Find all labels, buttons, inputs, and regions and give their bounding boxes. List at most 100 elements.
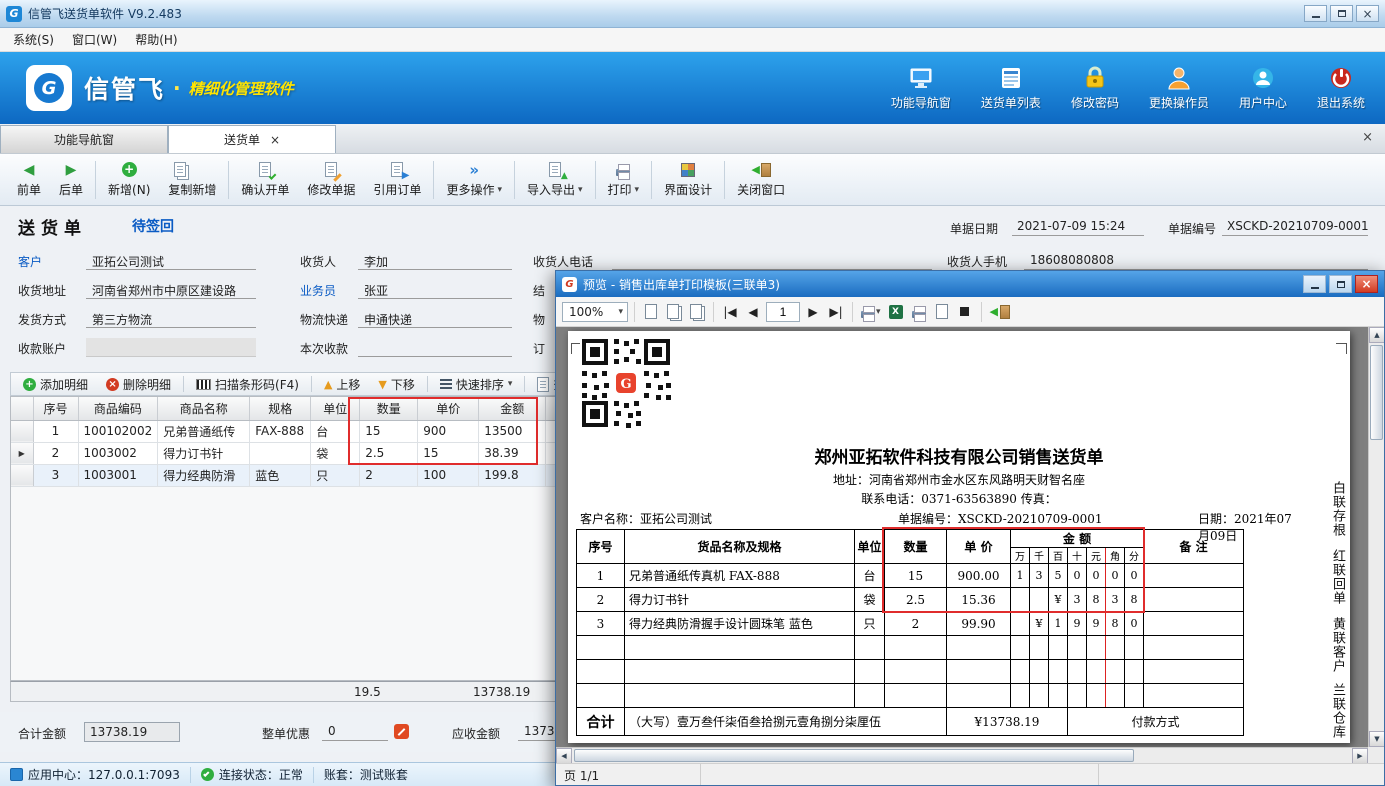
ref-order-button[interactable]: ▶引用订单 (364, 158, 430, 201)
discount-edit-icon[interactable] (394, 724, 409, 739)
delete-detail-button[interactable]: ×删除明细 (98, 374, 179, 395)
nav-window-button[interactable]: 功能导航窗 (891, 65, 951, 111)
switch-operator-button[interactable]: 更换操作员 (1149, 65, 1209, 111)
menu-help[interactable]: 帮助(H) (126, 28, 186, 51)
minimize-button[interactable] (1304, 5, 1327, 22)
scroll-right-icon[interactable]: ▶ (1352, 748, 1368, 763)
tab-bar: 功能导航窗 送货单 × × (0, 124, 1385, 154)
col-name[interactable]: 商品名称 (158, 397, 250, 420)
discount-field[interactable]: 0 (322, 722, 388, 741)
salesman-field[interactable]: 张亚 (358, 280, 512, 299)
add-button[interactable]: +新增(N) (99, 158, 159, 201)
user-center-button[interactable]: 用户中心 (1239, 65, 1287, 111)
vertical-scrollbar[interactable]: ▲ ▼ (1368, 327, 1384, 747)
close-button[interactable]: × (1356, 5, 1379, 22)
scroll-down-icon[interactable]: ▼ (1369, 731, 1384, 747)
col-amount[interactable]: 金额 (479, 397, 546, 420)
preview-title-bar[interactable]: 预览 - 销售出库单打印模板(三联单3) × (556, 271, 1384, 297)
scrollbar-thumb[interactable] (574, 749, 1134, 762)
scroll-left-icon[interactable]: ◀ (556, 748, 572, 763)
page-number-field[interactable] (766, 302, 800, 322)
preview-total-label: 合计 (577, 708, 625, 736)
account-field[interactable] (86, 338, 256, 357)
export-excel-button[interactable] (886, 301, 906, 323)
preview-close-button[interactable]: × (1355, 275, 1378, 293)
preview-minimize-button[interactable] (1303, 275, 1326, 293)
col-unit[interactable]: 单位 (311, 397, 360, 420)
move-down-button[interactable]: ▼下移 (370, 374, 422, 395)
ship-method-field[interactable]: 第三方物流 (86, 309, 256, 328)
first-page-button[interactable]: |◀ (720, 301, 740, 323)
preview-empty-row (577, 684, 1244, 708)
last-page-button[interactable]: ▶| (826, 301, 846, 323)
preview-status-bar: 页 1/1 (556, 763, 1384, 785)
col-seq[interactable]: 序号 (33, 397, 78, 420)
collect-field[interactable] (358, 338, 512, 357)
more-actions-button[interactable]: »更多操作▾ (437, 158, 511, 201)
print-dropdown-button[interactable]: ▾ (859, 301, 883, 323)
next-doc-button[interactable]: ▶后单 (50, 158, 92, 201)
quick-print-button[interactable] (909, 301, 929, 323)
arrow-left-icon: ◀ (24, 162, 35, 178)
address-field[interactable]: 河南省郑州市中原区建设路 (86, 280, 256, 299)
maximize-button[interactable] (1330, 5, 1353, 22)
tab-nav-window[interactable]: 功能导航窗 (0, 125, 168, 153)
scroll-up-icon[interactable]: ▲ (1369, 327, 1384, 343)
menu-window[interactable]: 窗口(W) (63, 28, 126, 51)
import-export-button[interactable]: ▲导入导出▾ (518, 158, 592, 201)
tabstrip-close-icon[interactable]: × (1362, 130, 1385, 153)
single-page-view-button[interactable] (641, 301, 661, 323)
doc-date-field[interactable]: 2021-07-09 15:24 (1012, 217, 1144, 236)
exit-system-button[interactable]: 退出系统 (1317, 65, 1365, 111)
company-title: 郑州亚拓软件科技有限公司销售送货单 (568, 443, 1350, 468)
tab-delivery-note[interactable]: 送货单 × (168, 125, 336, 153)
col-spec[interactable]: 规格 (250, 397, 311, 420)
two-page-view-button[interactable] (664, 301, 684, 323)
col-price[interactable]: 单价 (418, 397, 479, 420)
scrollbar-thumb[interactable] (1370, 345, 1383, 440)
account-label: 收款账户 (18, 340, 66, 357)
delivery-list-button[interactable]: 送货单列表 (981, 65, 1041, 111)
receiver-field[interactable]: 李加 (358, 251, 512, 270)
prev-page-button[interactable]: ◀ (743, 301, 763, 323)
brand-logo-icon (26, 65, 72, 111)
continuous-view-button[interactable] (687, 301, 707, 323)
receiver-mobile-field[interactable]: 18608080808 (1024, 251, 1368, 270)
print-button[interactable]: 打印▾ (599, 158, 649, 201)
current-row-marker-icon: ▶ (11, 442, 33, 464)
settle-label: 结 (533, 282, 545, 299)
main-toolbar: ◀前单 ▶后单 +新增(N) 复制新增 确认开单 修改单据 ▶引用订单 »更多操… (0, 154, 1385, 206)
doc-no-field[interactable]: XSCKD-20210709-0001 (1222, 217, 1368, 236)
add-detail-button[interactable]: +添加明细 (15, 374, 96, 395)
close-window-button[interactable]: ◀关闭窗口 (728, 158, 794, 201)
next-page-button[interactable]: ▶ (803, 301, 823, 323)
ui-design-button[interactable]: 界面设计 (655, 158, 721, 201)
first-page-icon: |◀ (723, 305, 736, 319)
logistics-field[interactable]: 申通快递 (358, 309, 512, 328)
modify-button[interactable]: 修改单据 (298, 158, 364, 201)
close-preview-button[interactable]: ◀ (988, 301, 1012, 323)
preview-maximize-button[interactable] (1329, 275, 1352, 293)
tab-close-icon[interactable]: × (270, 133, 280, 147)
col-qty[interactable]: 数量 (360, 397, 418, 420)
preview-table-row: 1 兄弟普通纸传真机 FAX-888 台 15 900.00 1 3 5 0 0… (577, 564, 1244, 588)
quick-sort-button[interactable]: 快速排序▾ (432, 374, 521, 395)
copy-add-button[interactable]: 复制新增 (159, 158, 225, 201)
scan-barcode-button[interactable]: 扫描条形码(F4) (188, 374, 307, 395)
zoom-combo[interactable]: 100% ▾ (562, 302, 628, 322)
change-password-button[interactable]: 修改密码 (1071, 65, 1119, 111)
customer-field[interactable]: 亚拓公司测试 (86, 251, 256, 270)
receiver-phone-field[interactable] (612, 251, 932, 270)
view-doc-icon (537, 377, 549, 392)
move-up-button[interactable]: ▲上移 (316, 374, 368, 395)
prev-doc-button[interactable]: ◀前单 (8, 158, 50, 201)
col-code[interactable]: 商品编码 (78, 397, 158, 420)
qr-code: G (580, 337, 672, 429)
page-setup-button[interactable] (932, 301, 952, 323)
total-amount: 13738.19 (473, 685, 530, 699)
stop-button[interactable] (955, 301, 975, 323)
confirm-button[interactable]: 确认开单 (232, 158, 298, 201)
printer-icon (616, 169, 630, 176)
menu-system[interactable]: 系统(S) (4, 28, 63, 51)
horizontal-scrollbar[interactable]: ◀ ▶ (556, 747, 1368, 763)
